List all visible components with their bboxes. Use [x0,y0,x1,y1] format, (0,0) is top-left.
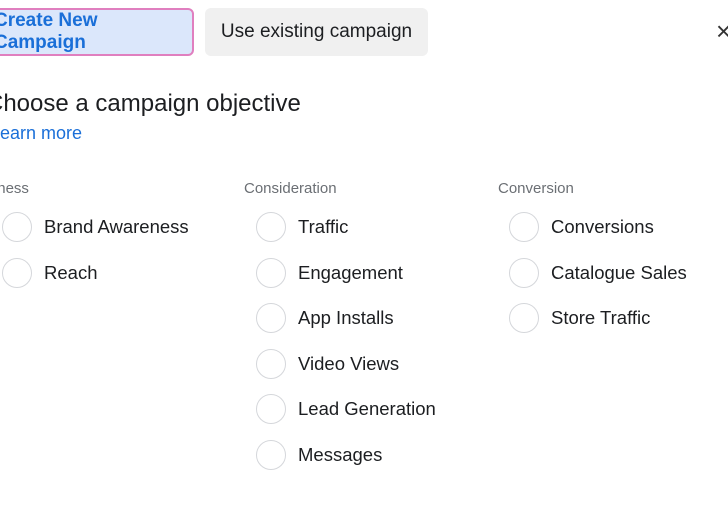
objective-option-label: Conversions [551,216,654,237]
create-new-campaign-label: Create New Campaign [0,10,98,53]
objective-option-brand-awareness[interactable]: Brand Awareness [2,212,189,242]
objective-option-conversions[interactable]: Conversions [509,212,654,242]
objective-option-label: Engagement [298,261,403,283]
objective-option-traffic[interactable]: Traffic [256,212,348,242]
radio-button[interactable] [256,440,286,470]
column-heading-awareness: Awareness [0,180,29,197]
objective-option-label: Video Views [298,352,400,374]
radio-button[interactable] [256,394,286,425]
objective-option-label: Messages [298,444,383,465]
radio-button[interactable] [2,257,32,288]
objective-option-video-views[interactable]: Video Views [256,348,400,379]
objective-option-store-traffic[interactable]: Store Traffic [509,303,651,334]
objective-option-label: Traffic [298,216,349,237]
objective-option-label: Catalogue Sales [551,261,687,283]
radio-button[interactable] [256,257,286,288]
use-existing-campaign-label: Use existing campaign [220,21,413,42]
objective-option-catalogue-sales[interactable]: Catalogue Sales [509,257,687,288]
objective-option-lead-generation[interactable]: Lead Generation [256,394,436,425]
objective-option-engagement[interactable]: Engagement [256,257,403,288]
radio-button[interactable] [509,212,539,242]
radio-button[interactable] [509,303,539,334]
page-title: Choose a campaign objective [0,90,301,117]
close-icon[interactable]: × [716,16,728,46]
radio-button[interactable] [509,257,539,288]
learn-more-link[interactable]: Learn more [0,123,82,144]
column-heading-conversion: Conversion [498,180,574,197]
objective-option-label: Lead Generation [298,398,436,420]
radio-button[interactable] [256,303,286,334]
objective-option-messages[interactable]: Messages [256,440,382,470]
objective-option-label: Reach [44,261,98,283]
column-heading-consideration: Consideration [244,180,337,197]
radio-button[interactable] [256,348,286,379]
create-new-campaign-tab[interactable]: Create New Campaign [0,8,194,56]
objective-option-label: Store Traffic [551,307,651,329]
radio-button[interactable] [256,212,286,242]
use-existing-campaign-tab[interactable]: Use existing campaign [205,8,428,56]
objective-option-label: App Installs [298,307,394,329]
objective-option-app-installs[interactable]: App Installs [256,303,394,334]
radio-button[interactable] [2,212,32,242]
objective-option-label: Brand Awareness [44,216,189,237]
objective-option-reach[interactable]: Reach [2,257,98,288]
